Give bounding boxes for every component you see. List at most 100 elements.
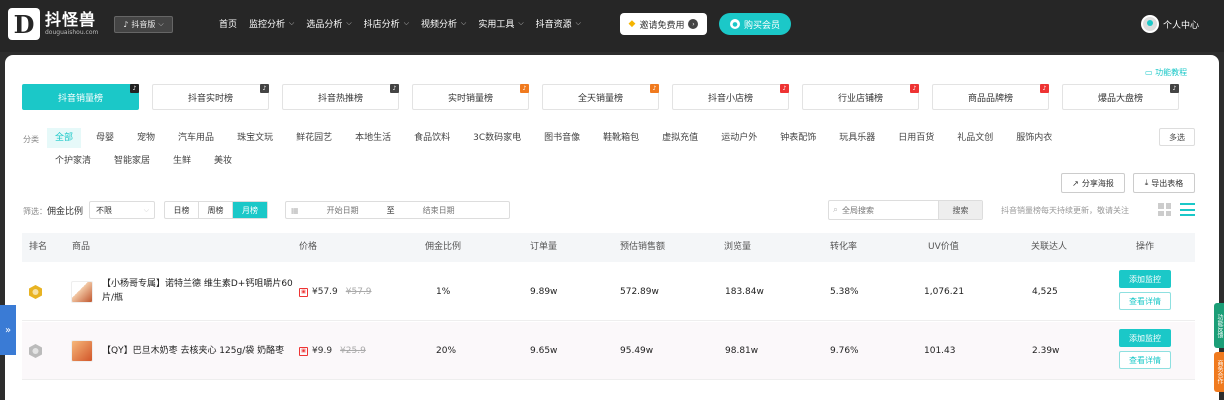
category-item[interactable]: 全部 bbox=[47, 128, 82, 148]
search-button[interactable]: 搜索 bbox=[938, 201, 982, 219]
category-item[interactable]: 鲜花园艺 bbox=[288, 128, 340, 148]
tab-7[interactable]: 商品品牌榜 ♪ bbox=[932, 84, 1049, 110]
category-item[interactable]: 食品饮料 bbox=[406, 128, 458, 148]
add-monitor-button[interactable]: 添加监控 bbox=[1119, 270, 1171, 288]
column-header: UV价值 bbox=[928, 242, 959, 252]
chevron-down-icon: ⌵ bbox=[143, 205, 150, 214]
product-name[interactable]: 【小杨哥专属】诺特兰德 维生素D+钙咀嚼片60片/瓶 bbox=[102, 277, 302, 305]
category-item[interactable]: 个护家清 bbox=[47, 151, 99, 171]
tab-label: 全天销量榜 bbox=[577, 93, 623, 104]
category-item[interactable]: 鞋靴箱包 bbox=[595, 128, 647, 148]
view-detail-button[interactable]: 查看详情 bbox=[1119, 292, 1171, 310]
category-item[interactable]: 智能家居 bbox=[106, 151, 158, 171]
period-toggle: 日榜 周榜 月榜 bbox=[164, 201, 269, 219]
column-header: 商品 bbox=[72, 242, 91, 252]
view-detail-button[interactable]: 查看详情 bbox=[1119, 351, 1171, 369]
logo-domain: douguaishou.com bbox=[45, 29, 99, 36]
search-input[interactable] bbox=[838, 205, 939, 215]
tab-1[interactable]: 抖音实时榜 ♪ bbox=[152, 84, 269, 110]
category-item[interactable]: 服饰内衣 bbox=[1008, 128, 1060, 148]
tab-label: 抖音实时榜 bbox=[187, 93, 233, 104]
row-actions: 添加监控 查看详情 bbox=[1119, 329, 1171, 369]
period-option[interactable]: 周榜 bbox=[199, 202, 234, 218]
cell-orders: 9.65w bbox=[530, 346, 558, 356]
multi-select-button[interactable]: 多选 bbox=[1159, 128, 1195, 146]
list-view-icon[interactable] bbox=[1180, 203, 1195, 216]
tab-badge-icon: ♪ bbox=[1170, 84, 1179, 93]
user-center[interactable]: 个人中心 bbox=[1141, 15, 1199, 33]
site-logo[interactable]: D 抖怪兽 douguaishou.com bbox=[8, 8, 98, 40]
original-price: ¥25.9 bbox=[340, 346, 366, 356]
grid-view-icon[interactable] bbox=[1158, 203, 1171, 216]
tab-2[interactable]: 抖音热推榜 ♪ bbox=[282, 84, 399, 110]
category-item[interactable]: 本地生活 bbox=[347, 128, 399, 148]
table-row: 【小杨哥专属】诺特兰德 维生素D+钙咀嚼片60片/瓶 ▣ ¥57.9 ¥57.9 1% 9… bbox=[22, 263, 1195, 321]
tab-3[interactable]: 实时销量榜 ♪ bbox=[412, 84, 529, 110]
menu-item-4[interactable]: 视频分析 ⌵ bbox=[421, 17, 466, 30]
add-monitor-button[interactable]: 添加监控 bbox=[1119, 329, 1171, 347]
menu-item-2[interactable]: 选品分析 ⌵ bbox=[306, 17, 351, 30]
category-item[interactable]: 珠宝文玩 bbox=[229, 128, 281, 148]
menu-item-6[interactable]: 抖音资源 ⌵ bbox=[536, 17, 581, 30]
tab-6[interactable]: 行业店铺榜 ♪ bbox=[802, 84, 919, 110]
tab-badge-icon: ♪ bbox=[1040, 84, 1049, 93]
global-search: ⌕ 搜索 bbox=[828, 200, 983, 220]
share-poster-button[interactable]: ↗ 分享海报 bbox=[1061, 173, 1125, 193]
column-header: 浏览量 bbox=[724, 242, 752, 252]
version-switch[interactable]: ♪ 抖音版 ⌵ bbox=[114, 16, 173, 33]
help-link-label: 功能教程 bbox=[1155, 68, 1188, 77]
side-expand-tab[interactable]: » bbox=[0, 305, 16, 355]
tab-label: 商品品牌榜 bbox=[967, 93, 1013, 104]
category-item[interactable]: 虚拟充值 bbox=[654, 128, 706, 148]
tab-0[interactable]: 抖音销量榜 ♪ bbox=[22, 84, 139, 110]
category-item[interactable]: 运动户外 bbox=[713, 128, 765, 148]
float-feedback-tab[interactable]: 功能反馈 bbox=[1214, 303, 1224, 348]
help-link[interactable]: ▭ 功能教程 bbox=[1145, 67, 1187, 78]
tab-5[interactable]: 抖音小店榜 ♪ bbox=[672, 84, 789, 110]
end-date-input[interactable] bbox=[394, 205, 483, 215]
menu-item-5[interactable]: 实用工具 ⌵ bbox=[478, 17, 523, 30]
commission-label: 佣金比例 bbox=[47, 206, 84, 217]
start-date-input[interactable] bbox=[298, 205, 387, 215]
commission-select[interactable]: 不限 ⌵ bbox=[89, 201, 156, 219]
buy-member-button[interactable]: ● 购买会员 bbox=[719, 13, 791, 35]
date-range-picker[interactable]: ▦ 至 bbox=[285, 201, 511, 219]
menu-item-3[interactable]: 抖店分析 ⌵ bbox=[364, 17, 409, 30]
period-option[interactable]: 月榜 bbox=[233, 202, 268, 218]
product-name[interactable]: 【QY】巴旦木奶枣 去核夹心 125g/袋 奶酪枣 bbox=[102, 344, 302, 358]
cell-conversion: 5.38% bbox=[830, 287, 859, 297]
category-item[interactable]: 汽车用品 bbox=[170, 128, 222, 148]
float-business-tab[interactable]: 商务合作 bbox=[1214, 352, 1224, 392]
category-label: 分类 bbox=[23, 135, 39, 144]
product-thumbnail[interactable] bbox=[71, 281, 93, 303]
category-item[interactable]: 图书音像 bbox=[536, 128, 588, 148]
menu-item-0[interactable]: 首页 bbox=[219, 17, 237, 30]
buy-label: 购买会员 bbox=[743, 20, 780, 31]
tab-label: 抖音小店榜 bbox=[707, 93, 753, 104]
commission-value: 不限 bbox=[96, 205, 113, 215]
category-item[interactable]: 3C数码家电 bbox=[465, 128, 529, 148]
export-table-button[interactable]: ⤓ 导出表格 bbox=[1133, 173, 1195, 193]
category-item[interactable]: 母婴 bbox=[88, 128, 122, 148]
column-header: 订单量 bbox=[530, 242, 558, 252]
product-thumbnail[interactable] bbox=[71, 340, 93, 362]
period-option[interactable]: 日榜 bbox=[165, 202, 200, 218]
chevron-down-icon: ⌵ bbox=[518, 19, 524, 27]
cell-sales: 95.49w bbox=[620, 346, 654, 356]
category-item[interactable]: 美妆 bbox=[206, 151, 240, 171]
tab-4[interactable]: 全天销量榜 ♪ bbox=[542, 84, 659, 110]
category-item[interactable]: 钟表配饰 bbox=[772, 128, 824, 148]
menu-item-1[interactable]: 监控分析 ⌵ bbox=[249, 17, 294, 30]
update-note: 抖音销量榜每天持续更新，敬请关注 bbox=[1001, 206, 1129, 215]
cell-commission: 20% bbox=[436, 346, 457, 356]
menu-item-label: 抖音资源 bbox=[535, 20, 572, 30]
rank-medal-icon bbox=[29, 344, 42, 358]
category-item[interactable]: 日用百货 bbox=[890, 128, 942, 148]
category-item[interactable]: 礼品文创 bbox=[949, 128, 1001, 148]
invite-button[interactable]: ◆ 邀请免费用 › bbox=[620, 13, 707, 35]
category-item[interactable]: 生鲜 bbox=[165, 151, 199, 171]
category-item[interactable]: 宠物 bbox=[129, 128, 163, 148]
category-item[interactable]: 玩具乐器 bbox=[831, 128, 883, 148]
menu-item-label: 实用工具 bbox=[478, 20, 515, 30]
tab-8[interactable]: 爆品大盘榜 ♪ bbox=[1062, 84, 1179, 110]
